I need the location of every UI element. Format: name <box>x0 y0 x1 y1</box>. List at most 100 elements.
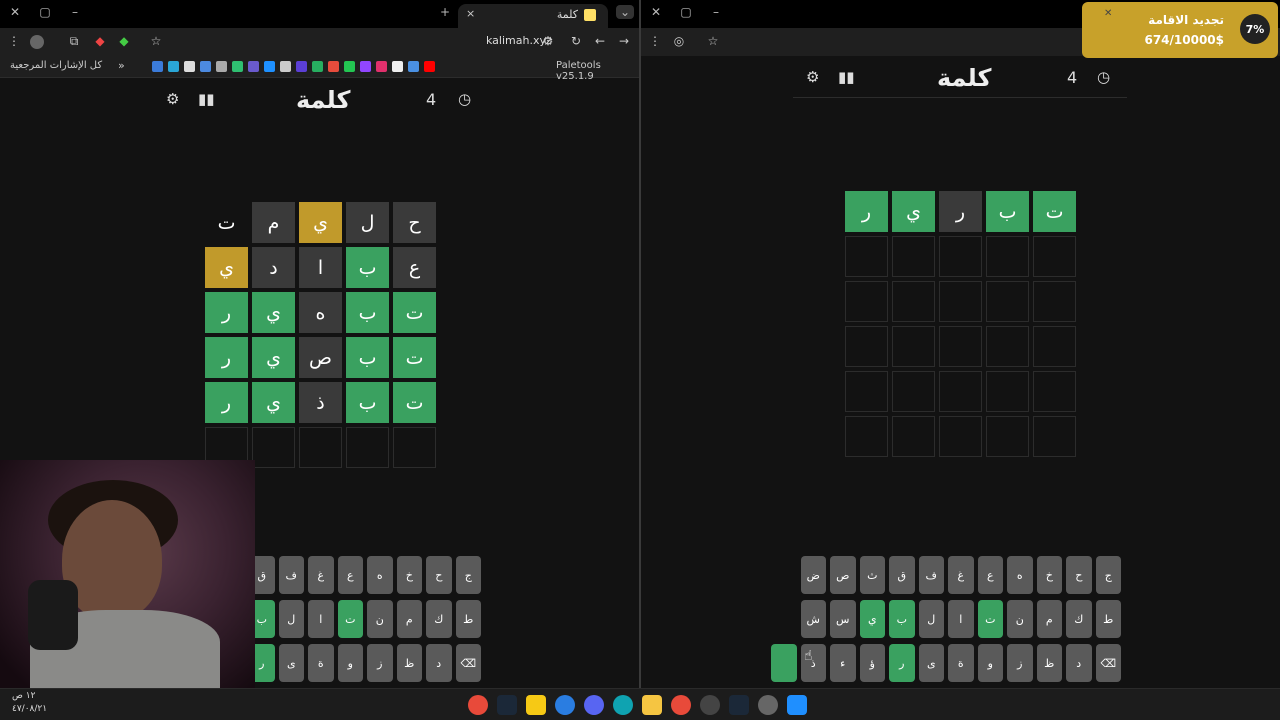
bookmark-icon[interactable] <box>408 61 419 72</box>
help-clock-icon[interactable]: ◷ <box>1097 68 1110 86</box>
key[interactable]: ز <box>1007 644 1033 682</box>
shield-red-icon[interactable]: ◆ <box>92 34 108 48</box>
bookmark-icon[interactable] <box>216 61 227 72</box>
discord-icon[interactable] <box>584 695 604 715</box>
key[interactable]: ج <box>455 556 481 594</box>
maximize-icon[interactable]: ▢ <box>36 5 54 19</box>
key[interactable]: ق <box>889 556 915 594</box>
close-window-icon[interactable]: ✕ <box>647 5 665 19</box>
chrome-icon[interactable] <box>671 695 691 715</box>
key[interactable]: م <box>1036 600 1062 638</box>
key[interactable]: ن <box>1007 600 1033 638</box>
key[interactable]: ز <box>367 644 393 682</box>
key[interactable]: ا <box>948 600 974 638</box>
key[interactable]: خ <box>396 556 422 594</box>
steam-icon[interactable] <box>729 695 749 715</box>
backspace-key[interactable]: ⌫ <box>455 644 481 682</box>
shield-green-icon[interactable]: ◆ <box>116 34 132 48</box>
extensions-icon[interactable]: ⧉ <box>66 34 82 49</box>
key[interactable]: ش <box>800 600 826 638</box>
key[interactable]: ظ <box>396 644 422 682</box>
close-tab-icon[interactable]: × <box>466 7 475 20</box>
tab-kalimah[interactable]: × كلمة <box>458 4 608 28</box>
key[interactable]: ه <box>1007 556 1033 594</box>
key[interactable]: ء <box>830 644 856 682</box>
key[interactable]: ض <box>800 556 826 594</box>
new-tab-icon[interactable]: + <box>436 5 454 19</box>
key[interactable]: ك <box>426 600 452 638</box>
key[interactable]: ط <box>1095 600 1121 638</box>
key[interactable]: غ <box>308 556 334 594</box>
key[interactable]: خ <box>1036 556 1062 594</box>
rockstar-icon[interactable] <box>526 695 546 715</box>
key[interactable]: ص <box>830 556 856 594</box>
key[interactable]: ت <box>337 600 363 638</box>
key[interactable]: ت <box>977 600 1003 638</box>
bookmark-icon[interactable] <box>344 61 355 72</box>
paletools-bookmark[interactable]: Paletools v25.1.9 <box>556 60 639 82</box>
back-icon[interactable]: ← <box>592 34 608 48</box>
minimize-icon[interactable]: – <box>66 5 84 19</box>
close-window-icon[interactable]: ✕ <box>6 5 24 19</box>
key[interactable]: ح <box>426 556 452 594</box>
profile-icon[interactable] <box>30 35 44 49</box>
key[interactable]: ل <box>278 600 304 638</box>
windows-start-icon[interactable] <box>787 695 807 715</box>
key[interactable]: ه <box>367 556 393 594</box>
bookmark-icon[interactable] <box>296 61 307 72</box>
bookmark-star-icon[interactable]: ☆ <box>705 34 721 48</box>
more-bookmarks-icon[interactable]: » <box>118 59 125 72</box>
stats-icon[interactable]: ▮▮ <box>198 90 215 108</box>
bookmark-icon[interactable] <box>248 61 259 72</box>
key[interactable]: ف <box>278 556 304 594</box>
bookmark-icon[interactable] <box>376 61 387 72</box>
bookmark-icon[interactable] <box>184 61 195 72</box>
bookmark-icon[interactable] <box>392 61 403 72</box>
key[interactable]: ؤ <box>859 644 885 682</box>
key[interactable]: س <box>830 600 856 638</box>
bookmark-icon[interactable] <box>328 61 339 72</box>
help-clock-icon[interactable]: ◷ <box>458 90 471 108</box>
key[interactable]: ب <box>889 600 915 638</box>
key[interactable]: ى <box>278 644 304 682</box>
key[interactable] <box>771 644 797 682</box>
key[interactable]: م <box>396 600 422 638</box>
key[interactable]: د <box>1066 644 1092 682</box>
key[interactable]: ث <box>859 556 885 594</box>
key[interactable]: ن <box>367 600 393 638</box>
key[interactable]: ي <box>859 600 885 638</box>
key[interactable]: ا <box>308 600 334 638</box>
key[interactable]: ر <box>889 644 915 682</box>
profile-icon[interactable]: ◎ <box>671 34 687 48</box>
key[interactable]: و <box>337 644 363 682</box>
site-settings-icon[interactable]: ⚙ <box>540 34 556 48</box>
close-icon[interactable]: ✕ <box>1104 8 1112 19</box>
stats-icon[interactable]: ▮▮ <box>838 68 855 86</box>
key[interactable]: ة <box>948 644 974 682</box>
key[interactable]: ح <box>1066 556 1092 594</box>
bookmark-icon[interactable] <box>200 61 211 72</box>
key[interactable]: ك <box>1066 600 1092 638</box>
obs-icon[interactable] <box>700 695 720 715</box>
chrome-icon[interactable] <box>468 695 488 715</box>
bookmark-star-icon[interactable]: ☆ <box>148 34 164 48</box>
bookmark-icon[interactable] <box>168 61 179 72</box>
settings-icon[interactable]: ⚙ <box>166 90 179 108</box>
folder-icon[interactable] <box>642 695 662 715</box>
key[interactable]: ع <box>977 556 1003 594</box>
bookmark-icon[interactable] <box>152 61 163 72</box>
bookmark-icon[interactable] <box>312 61 323 72</box>
key[interactable]: ج <box>1095 556 1121 594</box>
bookmark-icon[interactable] <box>264 61 275 72</box>
key[interactable]: ظ <box>1036 644 1062 682</box>
key[interactable]: ع <box>337 556 363 594</box>
minimize-icon[interactable]: – <box>707 5 725 19</box>
key[interactable]: ل <box>918 600 944 638</box>
tab-search-icon[interactable]: ⌄ <box>616 5 634 19</box>
key[interactable]: غ <box>948 556 974 594</box>
key[interactable]: د <box>426 644 452 682</box>
key[interactable]: ط <box>455 600 481 638</box>
edge-icon[interactable] <box>613 695 633 715</box>
app-icon[interactable] <box>555 695 575 715</box>
menu-dots-icon[interactable]: ⋮ <box>647 34 663 48</box>
